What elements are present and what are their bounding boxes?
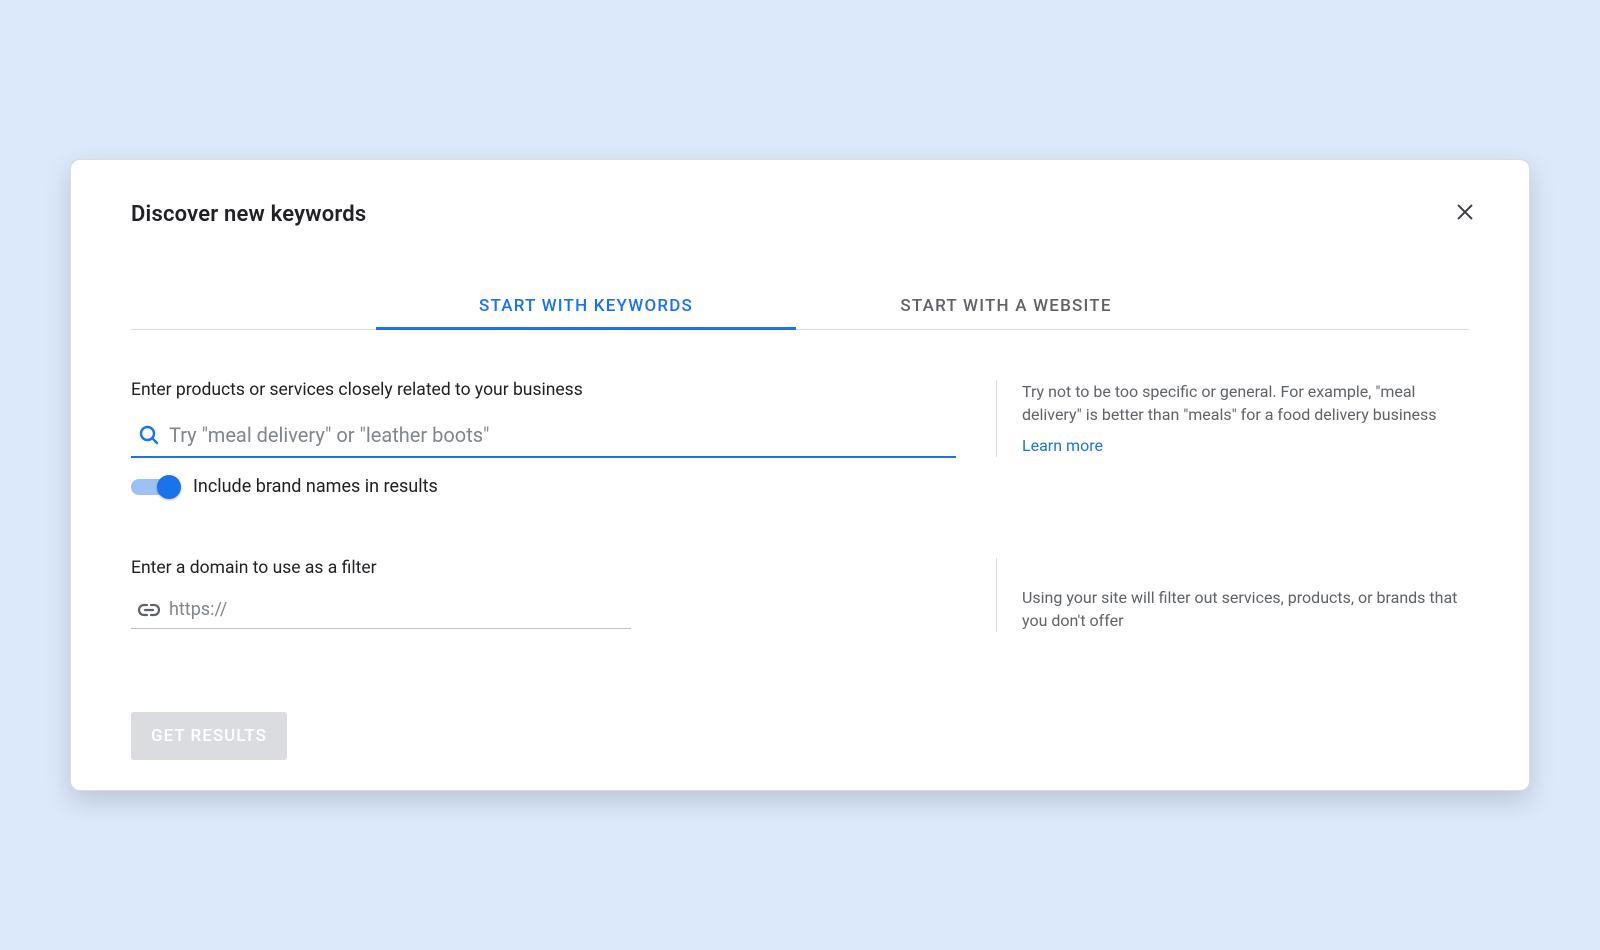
get-results-button[interactable]: GET RESULTS	[131, 712, 287, 760]
products-input[interactable]	[167, 422, 956, 448]
include-brands-label: Include brand names in results	[193, 476, 438, 497]
tab-bar: START WITH KEYWORDS START WITH A WEBSITE	[131, 283, 1469, 330]
close-icon	[1454, 201, 1476, 227]
domain-input-row	[131, 594, 631, 629]
products-field-label: Enter products or services closely relat…	[131, 380, 956, 400]
domain-tip-text: Using your site will filter out services…	[1022, 586, 1469, 632]
tab-start-with-keywords[interactable]: START WITH KEYWORDS	[376, 283, 796, 329]
tab-start-with-website[interactable]: START WITH A WEBSITE	[796, 283, 1216, 329]
products-input-row	[131, 416, 956, 458]
link-icon	[131, 598, 167, 622]
tab-label: START WITH A WEBSITE	[900, 296, 1111, 316]
close-button[interactable]	[1451, 200, 1479, 228]
products-tip: Try not to be too specific or general. F…	[996, 380, 1469, 458]
brand-toggle-row: Include brand names in results	[131, 476, 956, 498]
domain-section: Enter a domain to use as a filter Using …	[131, 558, 1469, 632]
discover-keywords-dialog: Discover new keywords START WITH KEYWORD…	[70, 159, 1530, 791]
learn-more-link[interactable]: Learn more	[1022, 434, 1103, 457]
search-icon	[131, 423, 167, 447]
products-tip-text: Try not to be too specific or general. F…	[1022, 380, 1469, 426]
include-brands-toggle[interactable]	[131, 476, 181, 498]
get-results-label: GET RESULTS	[151, 726, 267, 746]
domain-input[interactable]	[167, 598, 631, 621]
dialog-title: Discover new keywords	[131, 202, 1469, 227]
products-section: Enter products or services closely relat…	[131, 380, 1469, 498]
domain-field-label: Enter a domain to use as a filter	[131, 558, 956, 578]
domain-tip: Using your site will filter out services…	[996, 558, 1469, 632]
tab-label: START WITH KEYWORDS	[479, 296, 693, 316]
